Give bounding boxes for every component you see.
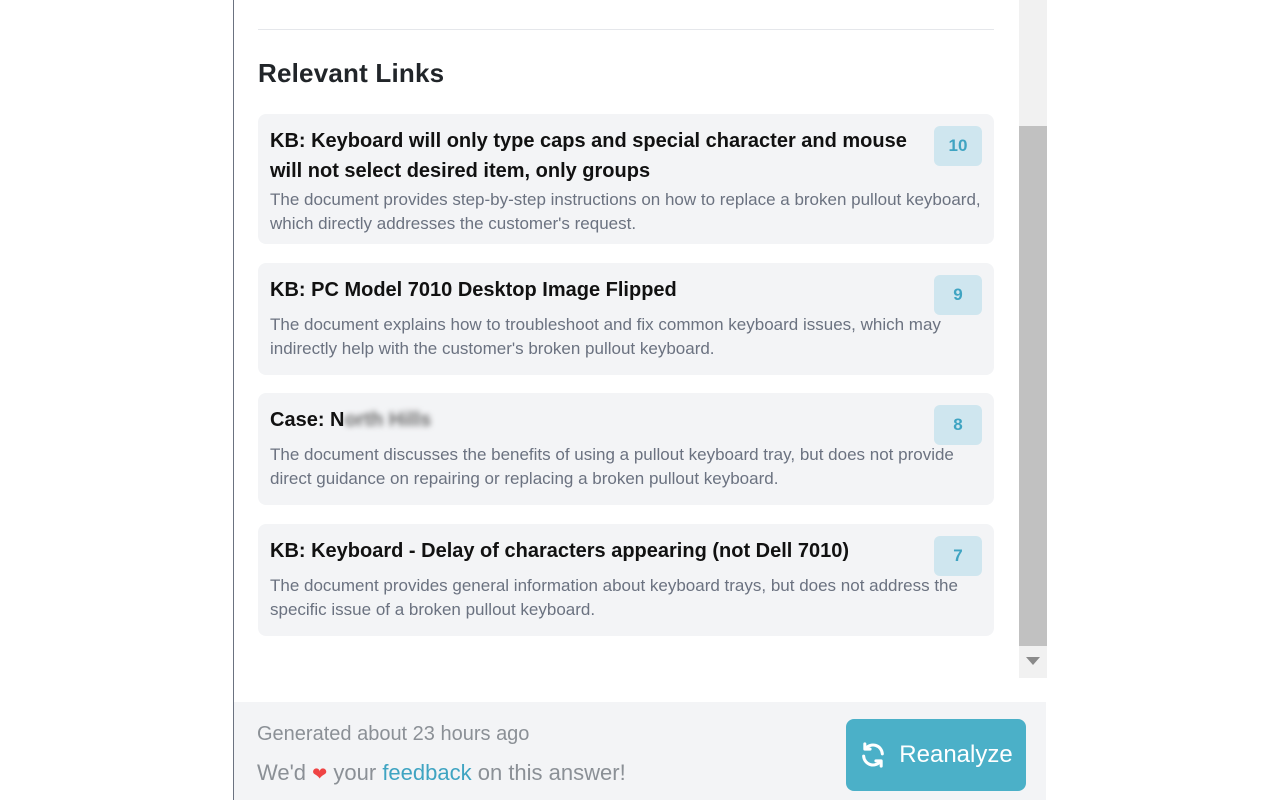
link-title[interactable]: KB: Keyboard will only type caps and spe… [270, 126, 918, 186]
redacted-text: orth Hills [344, 409, 432, 431]
link-title[interactable]: KB: Keyboard - Delay of characters appea… [270, 536, 918, 566]
reanalyze-label: Reanalyze [899, 741, 1013, 768]
link-description: The document provides general informatio… [270, 576, 958, 619]
feedback-suffix: on this answer! [477, 760, 626, 785]
score-badge: 10 [934, 126, 982, 166]
feedback-link[interactable]: feedback [382, 760, 471, 785]
link-description: The document explains how to troubleshoo… [270, 315, 941, 358]
vertical-scrollbar[interactable] [1019, 0, 1047, 678]
scroll-content[interactable]: Relevant Links KB: Keyboard will only ty… [234, 0, 1019, 678]
score-badge: 7 [934, 536, 982, 576]
link-card[interactable]: KB: PC Model 7010 Desktop Image Flipped … [258, 263, 994, 375]
refresh-icon [859, 741, 887, 769]
link-card[interactable]: KB: Keyboard - Delay of characters appea… [258, 524, 994, 636]
link-description: The document discusses the benefits of u… [270, 445, 954, 488]
score-badge: 8 [934, 405, 982, 445]
link-description: The document provides step-by-step instr… [270, 190, 981, 233]
link-card[interactable]: KB: Keyboard will only type caps and spe… [258, 114, 994, 244]
reanalyze-button[interactable]: Reanalyze [846, 719, 1026, 791]
scroll-down-arrow-icon[interactable] [1026, 657, 1040, 665]
heart-icon: ❤ [312, 764, 328, 784]
section-divider [258, 29, 994, 30]
generated-timestamp: Generated about 23 hours ago [257, 723, 530, 745]
score-badge: 9 [934, 275, 982, 315]
link-title-prefix: Case: N [270, 409, 345, 431]
feedback-prompt: We'd ❤ your feedback on this answer! [257, 760, 626, 786]
feedback-middle: your [333, 760, 377, 785]
section-title: Relevant Links [258, 58, 445, 88]
link-title[interactable]: Case: North Hills [270, 405, 918, 435]
analysis-panel: Relevant Links KB: Keyboard will only ty… [233, 0, 1047, 800]
footer: Generated about 23 hours ago We'd ❤ your… [234, 702, 1046, 800]
link-card[interactable]: Case: North Hills The document discusses… [258, 393, 994, 505]
feedback-prefix: We'd [257, 760, 307, 785]
scrollbar-thumb[interactable] [1019, 126, 1047, 646]
link-title[interactable]: KB: PC Model 7010 Desktop Image Flipped [270, 275, 918, 305]
